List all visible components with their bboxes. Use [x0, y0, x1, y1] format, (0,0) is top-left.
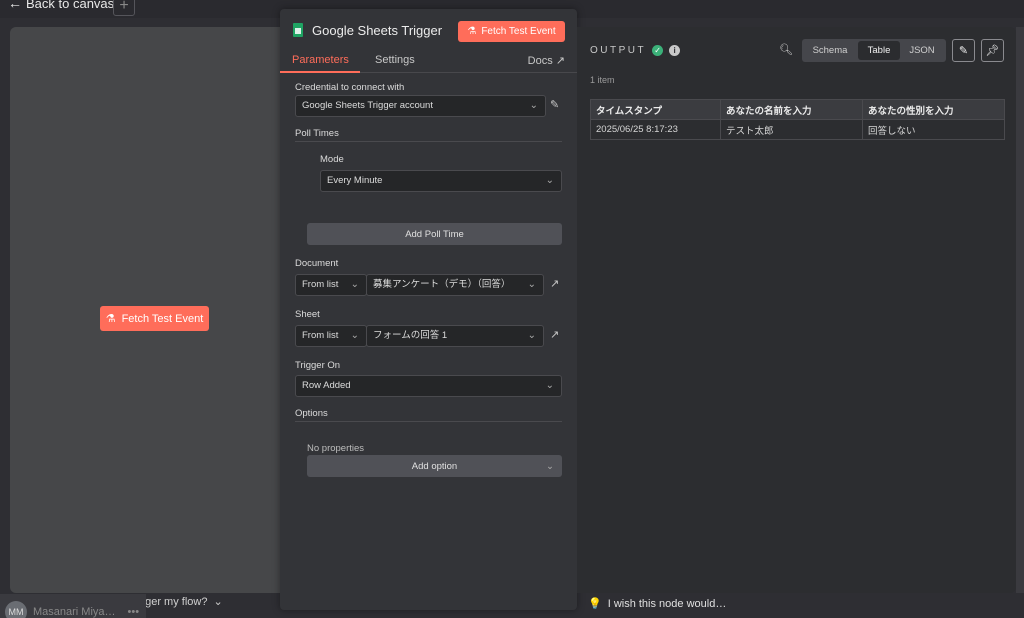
chevron-down-icon: ⌄ [350, 279, 359, 290]
output-table: タイムスタンプ あなたの名前を入力 あなたの性別を入力 2025/06/25 8… [590, 99, 1005, 140]
view-schema[interactable]: Schema [805, 41, 855, 60]
lightbulb-icon: 💡 [588, 598, 602, 610]
user-name: Masanari Miya… [33, 606, 116, 618]
docs-label: Docs [527, 55, 553, 67]
flask-icon: ⚗ [105, 313, 116, 325]
chevron-down-icon: ⌄ [527, 330, 536, 341]
column-header[interactable]: あなたの性別を入力 [862, 99, 1005, 120]
avatar: MM [5, 601, 27, 618]
document-select[interactable]: 募集アンケート（デモ）（回答） ⌄ [366, 274, 544, 296]
chevron-down-icon: ⌄ [545, 380, 554, 391]
chevron-down-icon: ⌄ [545, 175, 554, 186]
flask-icon: ⚗ [467, 26, 477, 37]
chevron-down-icon: ⌄ [350, 330, 359, 341]
add-option-label: Add option [411, 460, 458, 472]
add-poll-time-button[interactable]: Add Poll Time [307, 223, 562, 245]
column-header[interactable]: タイムスタンプ [590, 99, 721, 120]
success-check-icon: ✓ [652, 45, 664, 56]
right-edge-strip [1016, 27, 1024, 593]
table-cell[interactable]: 2025/06/25 8:17:23 [590, 119, 721, 140]
table-cell[interactable]: テスト太郎 [720, 119, 863, 140]
more-icon[interactable]: ••• [128, 606, 140, 618]
table-row: 2025/06/25 8:17:23 テスト太郎 回答しない [590, 119, 1005, 140]
document-source-select[interactable]: From list ⌄ [295, 274, 367, 296]
credential-value: Google Sheets Trigger account [302, 100, 433, 111]
node-header: Google Sheets Trigger ⚗ Fetch Test Event [280, 9, 577, 51]
external-link-icon: ↗ [555, 55, 565, 67]
no-properties-text: No properties [307, 443, 365, 454]
table-cell[interactable]: 回答しない [862, 119, 1005, 140]
view-table[interactable]: Table [858, 41, 900, 60]
trigger-on-label: Trigger On [295, 360, 341, 371]
docs-link[interactable]: Docs ↗ [528, 54, 565, 67]
table-header-row: タイムスタンプ あなたの名前を入力 あなたの性別を入力 [590, 99, 1005, 120]
divider [295, 421, 562, 422]
sheet-source-value: From list [302, 330, 339, 341]
pin-data-button[interactable]: 📌︎ [981, 39, 1004, 62]
feedback-text: I wish this node would… [607, 597, 727, 610]
feedback-link[interactable]: 💡 I wish this node would… [588, 597, 727, 611]
output-title: OUTPUT ✓ i [590, 45, 681, 56]
node-title[interactable]: Google Sheets Trigger [312, 23, 442, 38]
pencil-icon: ✎ [958, 45, 969, 57]
items-count: 1 item [590, 75, 615, 85]
plus-icon[interactable]: + [113, 0, 135, 16]
document-label: Document [295, 258, 339, 269]
arrow-left-icon: ← [8, 0, 22, 11]
pin-icon: 📌︎ [985, 45, 1000, 57]
external-link-icon[interactable]: ↗ [550, 328, 559, 341]
add-option-button[interactable]: Add option ⌄ [307, 455, 562, 477]
credential-select[interactable]: Google Sheets Trigger account ⌄ [295, 95, 546, 117]
output-panel: OUTPUT ✓ i 🔍︎ Schema Table JSON ✎ 📌︎ 1 i… [577, 27, 1016, 593]
input-panel: ⚗ Fetch Test Event When will this node t… [10, 27, 285, 608]
mode-select[interactable]: Every Minute ⌄ [320, 170, 562, 192]
view-toggle: Schema Table JSON [802, 39, 946, 62]
user-menu[interactable]: MM Masanari Miya… ••• [5, 601, 139, 618]
sheet-value: フォームの回答 1 [373, 330, 448, 341]
header-fetch-test-event-button[interactable]: ⚗ Fetch Test Event [458, 21, 565, 42]
mode-value: Every Minute [327, 175, 383, 186]
pencil-icon[interactable]: ✎ [550, 98, 559, 111]
credential-label: Credential to connect with [295, 82, 405, 93]
view-json[interactable]: JSON [902, 41, 942, 60]
divider [295, 141, 562, 142]
fetch-test-event-label: Fetch Test Event [121, 312, 204, 325]
document-value: 募集アンケート（デモ）（回答） [373, 279, 511, 290]
trigger-on-value: Row Added [302, 380, 351, 391]
column-header[interactable]: あなたの名前を入力 [720, 99, 863, 120]
tab-settings[interactable]: Settings [375, 54, 415, 66]
mode-label: Mode [320, 154, 344, 165]
chevron-down-icon: ⌄ [529, 100, 538, 111]
external-link-icon[interactable]: ↗ [550, 277, 559, 290]
node-settings-panel: Google Sheets Trigger ⚗ Fetch Test Event… [280, 9, 577, 610]
active-tab-indicator [280, 71, 360, 73]
header-fetch-label: Fetch Test Event [481, 26, 556, 37]
trigger-on-select[interactable]: Row Added ⌄ [295, 375, 562, 397]
edit-output-button[interactable]: ✎ [952, 39, 975, 62]
chevron-down-icon: ⌄ [213, 596, 223, 608]
document-source-value: From list [302, 279, 339, 290]
sheet-select[interactable]: フォームの回答 1 ⌄ [366, 325, 544, 347]
search-icon[interactable]: 🔍︎ [779, 43, 793, 56]
fetch-test-event-button[interactable]: ⚗ Fetch Test Event [100, 306, 209, 331]
chevron-down-icon: ⌄ [546, 460, 554, 472]
output-title-text: OUTPUT [590, 45, 647, 56]
chevron-down-icon: ⌄ [527, 279, 536, 290]
tab-parameters[interactable]: Parameters [292, 54, 349, 66]
info-icon[interactable]: i [669, 45, 681, 56]
back-to-canvas-link[interactable]: ← Back to canvas [8, 0, 114, 11]
sheet-source-select[interactable]: From list ⌄ [295, 325, 367, 347]
settings-tabs: Parameters Settings Docs ↗ [280, 51, 577, 73]
google-sheets-icon [293, 23, 303, 37]
poll-times-heading: Poll Times [295, 128, 339, 139]
options-heading: Options [295, 408, 328, 419]
back-to-canvas-label: Back to canvas [26, 0, 115, 11]
sheet-label: Sheet [295, 309, 320, 320]
